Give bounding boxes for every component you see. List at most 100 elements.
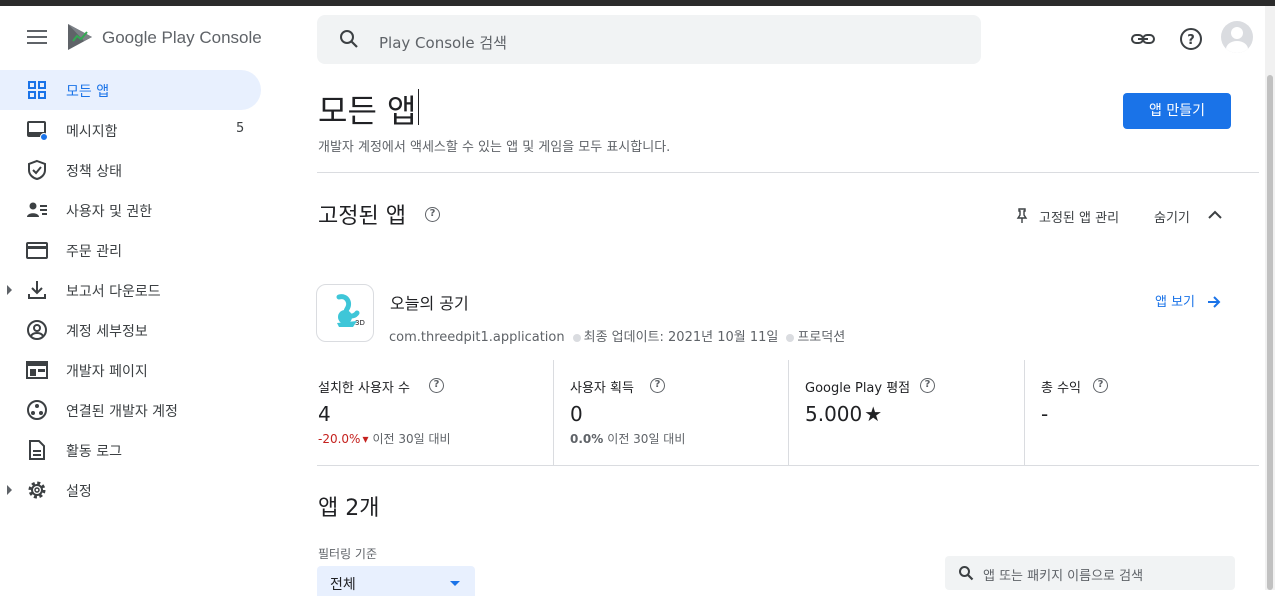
trend-down-icon: ▾ [362,432,369,446]
stat-user-acquisition: 사용자 획득 ? 0 0.0% 이전 30일 대비 [570,360,785,465]
sidebar-item-label: 활동 로그 [66,444,122,460]
search-icon [959,566,974,581]
help-icon[interactable]: ? [1178,26,1204,52]
top-app-bar: Google Play Console Play Console 검색 ? [0,6,1275,70]
divider [317,172,1259,173]
pinned-apps-title: 고정된 앱 [318,204,406,229]
filter-dropdown[interactable]: 전체 [317,566,475,596]
stat-rating: Google Play 평점 ? 5.000 ★ [805,360,1020,465]
app-last-updated: 최종 업데이트: 2021년 10월 11일 [583,330,779,345]
stat-change: -20.0% ▾ 이전 30일 대비 [318,430,451,447]
change-percent: 0.0% [570,432,604,446]
sidebar-item-label: 정책 상태 [66,164,122,180]
pin-icon [1016,208,1028,223]
stat-divider [553,360,554,465]
change-percent: -20.0% [318,432,361,446]
filter-value: 전체 [330,577,356,593]
web-page-icon [26,361,48,379]
sidebar-item-linked-accounts[interactable]: 연결된 개발자 계정 [0,390,261,430]
help-icon[interactable]: ? [425,207,440,222]
stat-value: 0 [570,402,583,426]
sidebar-item-policy-status[interactable]: 정책 상태 [0,150,261,190]
app-package: com.threedpit1.application [389,330,565,345]
separator-dot [572,334,581,342]
menu-icon[interactable] [22,26,52,50]
stat-label: 총 수익 [1041,381,1082,396]
page-subtitle: 개발자 계정에서 액세스할 수 있는 앱 및 게임을 모두 표시합니다. [318,140,671,155]
search-input[interactable]: Play Console 검색 [379,32,507,53]
app-name[interactable]: 오늘의 공기 [390,290,469,314]
apps-count-title: 앱 2개 [318,496,380,521]
svg-text:?: ? [1187,33,1195,48]
stat-label: Google Play 평점 [805,381,911,396]
expand-caret-icon[interactable] [7,485,12,495]
sidebar-item-order-management[interactable]: 주문 관리 [0,230,261,270]
arrow-right-icon [1208,296,1221,308]
help-icon[interactable]: ? [650,378,665,393]
sidebar-item-label: 모든 앱 [66,84,110,100]
create-app-button[interactable]: 앱 만들기 [1123,93,1231,129]
sidebar-item-label: 사용자 및 권한 [66,204,153,220]
sidebar-item-account-details[interactable]: 계정 세부정보 [0,310,261,350]
divider [317,465,1259,466]
app-status: 프로덕션 [797,330,846,345]
credit-card-icon [26,242,48,259]
stat-value: - [1041,402,1049,426]
dropdown-arrow-icon [450,581,460,586]
sidebar-item-all-apps[interactable]: 모든 앱 [0,70,261,110]
play-console-logo[interactable] [66,22,94,52]
sidebar: 모든 앱 메시지함 5 정책 상태 사용자 및 권한 주문 관리 보고서 다운로… [0,70,270,590]
app-icon[interactable]: 3D [316,284,374,342]
brand-name[interactable]: Google Play Console [102,28,262,48]
sidebar-item-activity-log[interactable]: 활동 로그 [0,430,261,470]
stat-label: 사용자 획득 [570,381,634,396]
sidebar-item-download-reports[interactable]: 보고서 다운로드 [0,270,261,310]
help-icon[interactable]: ? [1093,378,1108,393]
sidebar-item-settings[interactable]: 설정 [0,470,261,510]
account-icon[interactable] [1221,21,1253,53]
sidebar-item-label: 연결된 개발자 계정 [66,404,178,420]
sidebar-item-label: 메시지함 [66,124,118,140]
sidebar-item-label: 계정 세부정보 [66,324,148,340]
manage-pinned-label: 고정된 앱 관리 [1039,211,1120,226]
settings-gear-icon [28,481,46,499]
hide-pinned-button[interactable]: 숨기기 [1154,206,1226,226]
scrollbar-thumb[interactable] [1267,75,1273,590]
app-meta: com.threedpit1.application 최종 업데이트: 2021년… [389,326,845,345]
rating-value: 5.000 [805,402,863,426]
change-suffix: 이전 30일 대비 [607,432,686,446]
svg-text:3D: 3D [355,319,365,327]
apps-grid-icon [28,81,46,99]
app-search-bar[interactable]: 앱 또는 패키지 이름으로 검색 [945,556,1235,590]
stat-installed-users: 설치한 사용자 수 ? 4 -20.0% ▾ 이전 30일 대비 [318,360,548,465]
filter-label: 필터링 기준 [318,547,378,561]
help-icon[interactable]: ? [920,378,935,393]
sidebar-item-label: 주문 관리 [66,244,122,260]
sidebar-item-label: 개발자 페이지 [66,364,148,380]
link-icon[interactable] [1130,26,1156,52]
app-search-input[interactable]: 앱 또는 패키지 이름으로 검색 [983,565,1143,584]
inbox-count-badge: 5 [236,121,245,136]
sidebar-item-users-permissions[interactable]: 사용자 및 권한 [0,190,261,230]
sidebar-item-inbox[interactable]: 메시지함 5 [0,110,261,150]
help-icon[interactable]: ? [429,378,444,393]
linked-accounts-icon [27,400,47,420]
sidebar-item-label: 설정 [66,484,92,500]
expand-caret-icon[interactable] [7,285,12,295]
account-circle-icon [27,320,47,340]
search-icon [340,30,358,48]
download-icon [28,281,46,299]
search-bar[interactable]: Play Console 검색 [317,15,981,64]
view-app-label: 앱 보기 [1155,295,1196,310]
view-app-link[interactable]: 앱 보기 [1155,291,1221,310]
sidebar-item-developer-page[interactable]: 개발자 페이지 [0,350,261,390]
shield-icon [28,159,46,181]
sidebar-item-label: 보고서 다운로드 [66,284,161,300]
change-suffix: 이전 30일 대비 [372,432,451,446]
stat-value: 5.000 ★ [805,402,882,426]
page-title: 모든 앱 [318,92,417,130]
stat-value: 4 [318,402,331,426]
separator-dot [786,334,795,342]
document-icon [29,440,45,460]
stat-change: 0.0% 이전 30일 대비 [570,430,685,447]
